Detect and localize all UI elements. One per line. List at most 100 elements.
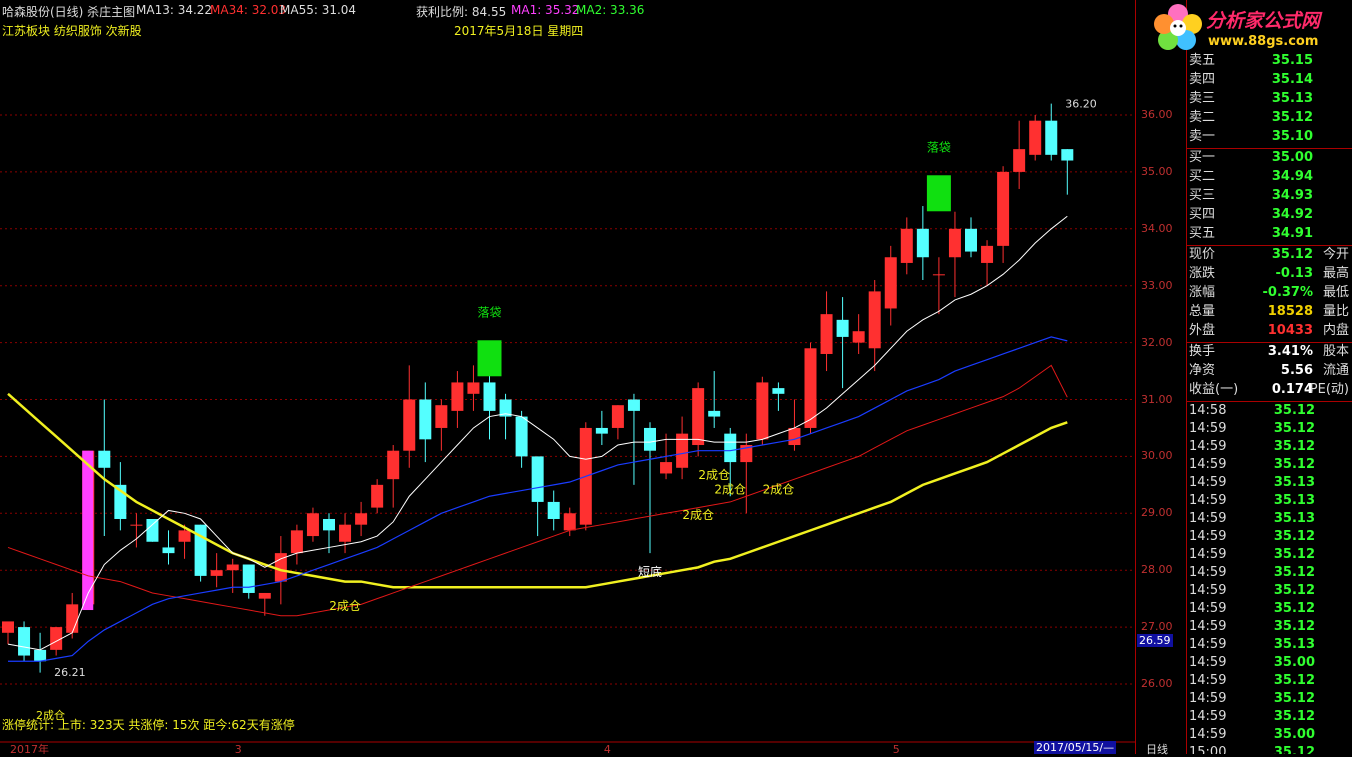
candle-body	[290, 530, 303, 554]
row-label-secondary: 内盘	[1322, 323, 1349, 338]
candle-body	[355, 513, 368, 525]
tick-price: 35.12	[1273, 565, 1315, 580]
signal-label: 落袋	[927, 140, 951, 154]
date-cursor-box: 2017/05/15/—	[1034, 741, 1117, 754]
row-value: -0.37%	[1262, 285, 1314, 300]
candle-body	[178, 530, 191, 542]
tick-time: 14:59	[1189, 457, 1227, 472]
kline-chart[interactable]: 落袋 落袋 2成仓 短底 2成仓 2成仓 2成仓 2成仓 36.20 26.21 2017年 3 4 5 …	[0, 0, 1135, 754]
tick-row: 15:00 35.12	[1189, 744, 1351, 754]
row-label: 卖二	[1189, 110, 1216, 125]
candle-body	[627, 399, 640, 411]
candle-body	[1045, 120, 1058, 155]
tick-price: 35.13	[1273, 475, 1315, 490]
ma2-readout: MA2: 33.36	[576, 3, 645, 17]
chart-annotation: 2成仓	[329, 599, 361, 613]
chart-annotation: 2成仓	[714, 482, 746, 496]
tick-price: 35.13	[1273, 511, 1315, 526]
stat-row: 总量 18528 量比	[1189, 303, 1351, 321]
tick-time: 14:59	[1189, 583, 1227, 598]
row-value: 3.41%	[1267, 344, 1313, 359]
row-label: 外盘	[1189, 323, 1216, 338]
candle-body	[483, 382, 496, 411]
ma13-readout: MA13: 34.22	[136, 3, 213, 17]
logo-url: www.88gs.com	[1208, 34, 1319, 49]
y-tick-label: 28.00	[1141, 563, 1173, 577]
site-logo: 分析家公式网 www.88gs.com	[1144, 0, 1352, 50]
y-tick-label: 31.00	[1141, 392, 1173, 406]
tick-price: 35.12	[1273, 709, 1315, 724]
ma1-readout: MA1: 35.32	[511, 3, 580, 17]
ask-row: 卖五 35.15	[1189, 52, 1351, 70]
row-label: 涨跌	[1189, 266, 1216, 281]
tick-time: 14:59	[1189, 727, 1227, 742]
logo-name: 分析家公式网	[1206, 10, 1321, 32]
candle-body	[531, 456, 544, 502]
chart-annotation: 2成仓	[698, 468, 730, 482]
row-label: 现价	[1189, 247, 1216, 262]
tick-time: 14:59	[1189, 511, 1227, 526]
period-label[interactable]: 日线	[1146, 741, 1168, 757]
y-tick-label: 35.00	[1141, 164, 1173, 178]
candle-body	[868, 291, 881, 349]
row-value: 35.13	[1271, 91, 1313, 106]
tick-row: 14:59 35.12	[1189, 690, 1351, 708]
chart-annotation: 2成仓	[682, 508, 714, 522]
row-label-secondary: 今开	[1322, 247, 1349, 262]
tick-time: 14:59	[1189, 619, 1227, 634]
tick-row: 14:58 35.12	[1189, 402, 1351, 420]
row-value: 35.10	[1271, 129, 1313, 144]
candle-body	[981, 245, 994, 263]
candle-body	[226, 564, 239, 571]
candle-body	[595, 427, 608, 434]
row-value: 34.94	[1271, 169, 1313, 184]
stat-row: 涨幅 -0.37% 最低	[1189, 284, 1351, 302]
row-label-secondary: 股本	[1322, 344, 1349, 359]
row-label: 卖一	[1189, 129, 1216, 144]
candle-body	[18, 627, 31, 656]
tick-row: 14:59 35.13	[1189, 492, 1351, 510]
tick-price: 35.12	[1273, 601, 1315, 616]
candle-body	[98, 450, 111, 468]
flower-logo-icon	[1154, 4, 1202, 50]
bid-row: 买一 35.00	[1189, 149, 1351, 167]
row-label: 卖五	[1189, 53, 1216, 68]
tick-row: 14:59 35.13	[1189, 636, 1351, 654]
candle-body	[467, 382, 480, 394]
row-label: 买二	[1189, 169, 1216, 184]
price-axis: 26.59 日线 36.00 35.00 34.00 33.00 32.00 31.00 3…	[1135, 0, 1187, 757]
candle-body	[258, 592, 271, 599]
row-label: 净资	[1189, 363, 1216, 378]
candle-body	[515, 416, 528, 457]
x-tick-label: 5	[893, 743, 900, 754]
row-label-secondary: PE(动)	[1309, 382, 1349, 397]
tick-row: 14:59 35.00	[1189, 654, 1351, 672]
row-label-secondary: 最低	[1322, 285, 1349, 300]
tick-price: 35.12	[1273, 529, 1315, 544]
tick-price: 35.12	[1273, 457, 1315, 472]
bid-row: 买四 34.92	[1189, 206, 1351, 224]
tick-time: 14:59	[1189, 637, 1227, 652]
candle-body	[676, 433, 689, 468]
price-mark: 26.21	[54, 666, 86, 679]
candle-body	[403, 399, 416, 451]
stat-row: 收益(一) 0.174 PE(动)	[1189, 381, 1351, 399]
row-value: 35.00	[1271, 150, 1313, 165]
candle-body	[611, 405, 624, 428]
row-label: 买四	[1189, 207, 1216, 222]
row-value: 35.14	[1271, 72, 1313, 87]
candle-body	[387, 450, 400, 480]
y-tick-label: 30.00	[1141, 449, 1173, 463]
candle-body	[306, 513, 319, 537]
candle-body	[34, 649, 47, 662]
chart-annotation: 短底	[638, 564, 662, 579]
candle-body	[339, 524, 352, 542]
row-value: 5.56	[1280, 363, 1313, 378]
candle-body	[1013, 149, 1026, 172]
tick-row: 14:59 35.12	[1189, 528, 1351, 546]
candle-body	[820, 314, 833, 354]
kline-canvas[interactable]: 落袋落袋2成仓短底2成仓2成仓2成仓 2成仓36.2026.212017年 3 4 5	[0, 0, 1135, 754]
sector-tags: 江苏板块 纺织服饰 次新股	[2, 24, 142, 38]
tick-price: 35.12	[1273, 691, 1315, 706]
candle-body	[435, 405, 448, 428]
